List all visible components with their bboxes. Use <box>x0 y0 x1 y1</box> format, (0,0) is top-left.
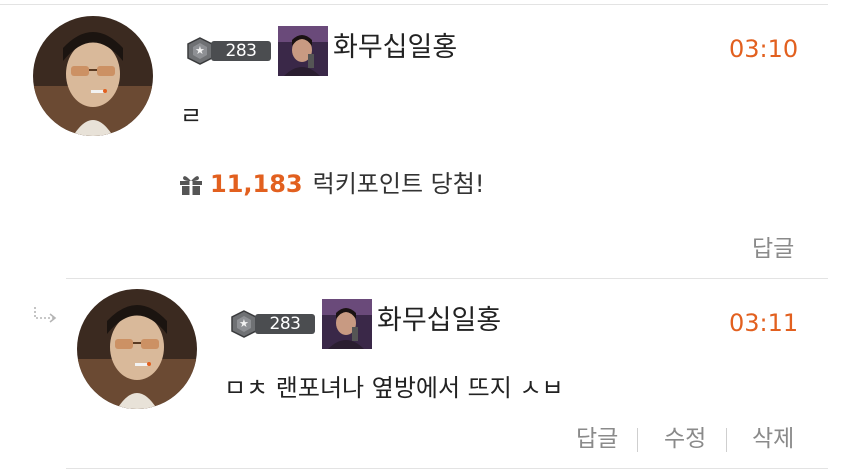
avatar[interactable] <box>33 16 153 136</box>
reply-arrow-icon <box>34 307 57 323</box>
action-separator <box>726 428 727 452</box>
lucky-points-value: 11,183 <box>210 170 303 198</box>
bottom-divider <box>66 468 828 469</box>
comment-divider <box>66 278 828 279</box>
gift-icon <box>180 176 202 195</box>
lucky-points-label: 럭키포인트 당첨! <box>312 170 485 198</box>
timestamp: 03:10 <box>729 35 799 63</box>
nickname[interactable]: 화무십일홍 <box>333 31 457 65</box>
comment-text: ㅁㅊ 랜포녀나 옆방에서 뜨지 ㅅㅂ <box>224 374 564 402</box>
avatar[interactable] <box>77 289 197 409</box>
profile-thumbnail[interactable] <box>322 299 372 349</box>
profile-thumbnail[interactable] <box>278 26 328 76</box>
delete-button[interactable]: 삭제 <box>752 424 794 454</box>
timestamp: 03:11 <box>729 309 799 337</box>
star-icon: ★ <box>239 317 249 330</box>
level-number: 283 <box>255 314 315 334</box>
lucky-point-notice: 11,183 럭키포인트 당첨! <box>178 168 484 200</box>
comment-text: ㄹ <box>180 102 203 130</box>
star-icon: ★ <box>195 44 205 57</box>
reply-button[interactable]: 답글 <box>752 234 794 264</box>
action-separator <box>637 428 638 452</box>
reply-button[interactable]: 답글 <box>576 424 618 454</box>
level-badge: ★ 283 <box>185 37 271 65</box>
edit-button[interactable]: 수정 <box>664 424 706 454</box>
level-number: 283 <box>211 41 271 61</box>
nickname[interactable]: 화무십일홍 <box>377 304 501 338</box>
top-divider <box>0 4 828 5</box>
level-badge: ★ 283 <box>229 310 315 338</box>
